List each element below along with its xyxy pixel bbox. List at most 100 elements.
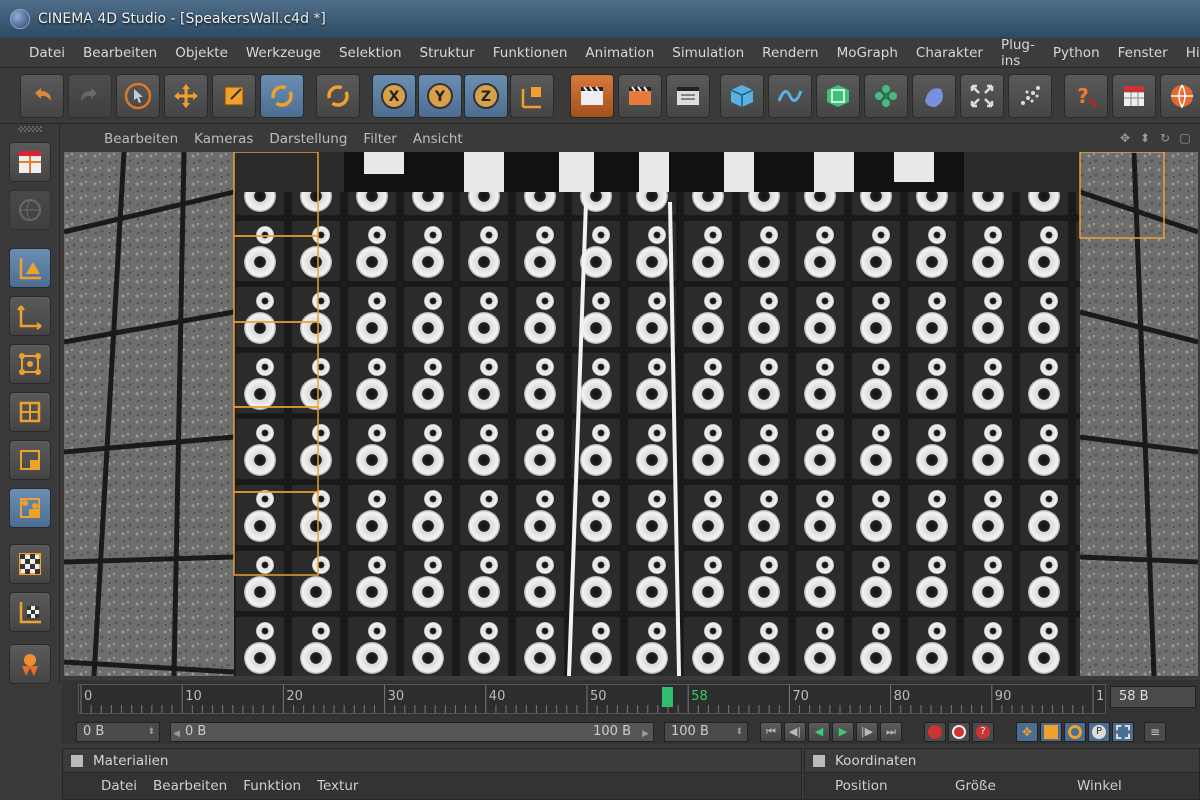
stepper-icon[interactable]: ⬍ — [147, 723, 155, 741]
panel-toggle-icon[interactable] — [813, 754, 825, 767]
cube-button[interactable] — [720, 74, 764, 118]
key-pla-button[interactable] — [1112, 722, 1134, 742]
view-layout-button[interactable] — [9, 142, 51, 182]
key-scale-button[interactable] — [1040, 722, 1062, 742]
menu-objekte[interactable]: Objekte — [166, 45, 237, 61]
render-settings-button[interactable] — [666, 74, 710, 118]
move-button[interactable] — [164, 74, 208, 118]
menu-python[interactable]: Python — [1044, 45, 1109, 61]
keyframe-selection-button[interactable]: ? — [972, 722, 994, 742]
coordinate-system-button[interactable] — [510, 74, 554, 118]
menu-rendern[interactable]: Rendern — [753, 45, 827, 61]
autokey-button[interactable] — [948, 722, 970, 742]
timeline-ruler[interactable]: 0 10 20 30 40 50 58 70 80 90 100 — [78, 684, 1121, 714]
spline-button[interactable] — [768, 74, 812, 118]
cinema4d-window: CINEMA 4D Studio - [SpeakersWall.c4d *] … — [0, 0, 1200, 800]
key-position-button[interactable]: ✥ — [1016, 722, 1038, 742]
materials-menu-bearbeiten[interactable]: Bearbeiten — [145, 778, 235, 794]
record-button[interactable] — [924, 722, 946, 742]
animation-timeline[interactable]: 0 10 20 30 40 50 58 70 80 90 100 58 B — [62, 680, 1200, 720]
scale-button[interactable] — [212, 74, 256, 118]
coordinates-header: Koordinaten — [805, 749, 1199, 773]
menu-charakter[interactable]: Charakter — [907, 45, 992, 61]
viewport-menu-darstellung[interactable]: Darstellung — [261, 131, 355, 147]
key-parameter-button[interactable]: P — [1088, 722, 1110, 742]
play-backwards-button[interactable]: ◀ — [808, 722, 830, 742]
particle-button[interactable] — [1008, 74, 1052, 118]
render-view-button[interactable] — [570, 74, 614, 118]
go-to-end-button[interactable]: ⏭ — [880, 722, 902, 742]
viewport-menu-bearbeiten[interactable]: Bearbeiten — [96, 131, 186, 147]
menu-struktur[interactable]: Struktur — [411, 45, 484, 61]
menu-simulation[interactable]: Simulation — [663, 45, 753, 61]
end-frame-field[interactable]: 100 B ⬍ — [664, 722, 748, 742]
polygon-mode-button[interactable] — [9, 440, 51, 480]
sculpt-button[interactable] — [9, 644, 51, 684]
recent-tool-button[interactable] — [316, 74, 360, 118]
materials-menu-datei[interactable]: Datei — [93, 778, 145, 794]
y-axis-button[interactable]: Y — [418, 74, 462, 118]
menu-datei[interactable]: Datei — [20, 45, 74, 61]
viewport-menu-filter[interactable]: Filter — [355, 131, 404, 147]
menu-hilfe[interactable]: Hilfe — [1177, 45, 1200, 61]
browser-button[interactable] — [1160, 74, 1200, 118]
menu-bearbeiten[interactable]: Bearbeiten — [74, 45, 166, 61]
timeline-playhead[interactable] — [661, 687, 673, 707]
live-selection-button[interactable] — [116, 74, 160, 118]
menu-fenster[interactable]: Fenster — [1109, 45, 1177, 61]
texture-mode-button[interactable] — [9, 544, 51, 584]
previous-key-button[interactable]: ◀| — [784, 722, 806, 742]
uv-mode-button[interactable] — [9, 488, 51, 528]
viewport-dolly-icon[interactable]: ⬍ — [1138, 131, 1152, 145]
range-left-arrow-icon[interactable]: ◀ — [173, 725, 180, 743]
menu-werkzeuge[interactable]: Werkzeuge — [237, 45, 330, 61]
nurbs-button[interactable] — [816, 74, 860, 118]
x-axis-button[interactable]: X — [372, 74, 416, 118]
coordinates-columns: Position Größe Winkel — [805, 773, 1199, 799]
next-key-button[interactable]: |▶ — [856, 722, 878, 742]
timeline-options-button[interactable]: ≡ — [1144, 722, 1166, 742]
undo-button[interactable] — [20, 74, 64, 118]
range-slider[interactable]: ◀ 0 B 100 B ▶ — [170, 722, 654, 742]
materials-menu-textur[interactable]: Textur — [309, 778, 366, 794]
3d-viewport[interactable] — [64, 152, 1198, 676]
stepper-icon[interactable]: ⬍ — [735, 723, 743, 741]
object-axis-button[interactable] — [9, 296, 51, 336]
edge-mode-button[interactable] — [9, 392, 51, 432]
key-rotation-button[interactable] — [1064, 722, 1086, 742]
scene-button[interactable] — [960, 74, 1004, 118]
go-to-start-button[interactable]: ⏮ — [760, 722, 782, 742]
range-right-arrow-icon[interactable]: ▶ — [642, 725, 649, 743]
layout-button[interactable] — [1112, 74, 1156, 118]
z-axis-button[interactable]: Z — [464, 74, 508, 118]
viewport-menu-kameras[interactable]: Kameras — [186, 131, 261, 147]
array-button[interactable] — [864, 74, 908, 118]
menu-funktionen[interactable]: Funktionen — [484, 45, 577, 61]
scene-icon — [970, 84, 994, 108]
panel-toggle-icon[interactable] — [71, 754, 83, 767]
viewport-rotate-icon[interactable]: ↻ — [1158, 131, 1172, 145]
rotate-button[interactable] — [260, 74, 304, 118]
help-button[interactable]: ? — [1064, 74, 1108, 118]
menu-selektion[interactable]: Selektion — [330, 45, 411, 61]
point-mode-button[interactable] — [9, 344, 51, 384]
cinema4d-logo-icon — [10, 9, 30, 29]
menu-mograph[interactable]: MoGraph — [828, 45, 907, 61]
render-picture-viewer-button[interactable] — [618, 74, 662, 118]
play-forwards-button[interactable]: ▶ — [832, 722, 854, 742]
globe-button[interactable] — [9, 190, 51, 230]
deformer-button[interactable] — [912, 74, 956, 118]
point-mode-icon — [19, 353, 41, 375]
start-frame-field[interactable]: 0 B ⬍ — [76, 722, 160, 742]
menu-plugins[interactable]: Plug-ins — [992, 37, 1044, 69]
materials-menu-funktion[interactable]: Funktion — [235, 778, 309, 794]
workplane-button[interactable] — [9, 592, 51, 632]
menu-animation[interactable]: Animation — [576, 45, 663, 61]
current-frame-field[interactable]: 58 B — [1110, 686, 1196, 708]
model-mode-button[interactable] — [9, 248, 51, 288]
viewport-move-icon[interactable]: ✥ — [1118, 131, 1132, 145]
viewport-menu-ansicht[interactable]: Ansicht — [405, 131, 471, 147]
redo-button[interactable] — [68, 74, 112, 118]
viewport-maximize-icon[interactable]: ▢ — [1178, 131, 1192, 145]
deformer-icon — [925, 88, 943, 107]
